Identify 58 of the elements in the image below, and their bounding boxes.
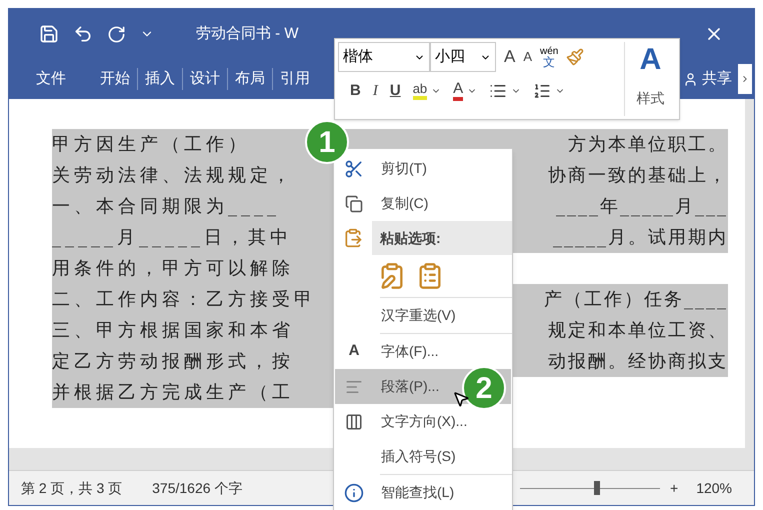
font-dropdown[interactable]: 楷体: [338, 42, 430, 72]
styles-button[interactable]: A 样式: [624, 42, 676, 116]
document-text: _____月_____日，其中: [52, 222, 334, 253]
highlight-button[interactable]: ab: [412, 82, 428, 100]
word-count: 375/1626 个字: [152, 478, 242, 498]
zoom-in-button[interactable]: +: [670, 478, 678, 498]
copy-icon: [345, 194, 363, 212]
document-text: 并根据乙方完成生产（工: [52, 377, 334, 408]
ribbon-tab[interactable]: 设计: [182, 68, 227, 90]
clipboard-icon: [343, 228, 363, 248]
shrink-font-button[interactable]: A: [523, 47, 532, 67]
ribbon-tab[interactable]: 布局: [227, 68, 272, 90]
underline-button[interactable]: U: [390, 80, 401, 102]
document-text: 动报酬。经协商拟支: [548, 350, 728, 374]
undo-icon[interactable]: [73, 24, 93, 44]
numbering-icon[interactable]: [533, 82, 552, 100]
document-text: 产（工作）任务____: [544, 288, 728, 312]
menu-item[interactable]: A 字体(F)...: [335, 334, 511, 369]
mouse-cursor-icon: [452, 390, 470, 408]
document-text: 用条件的，甲方可以解除: [52, 253, 334, 284]
font-icon: A: [348, 340, 360, 363]
phonetic-guide-button[interactable]: wén 文: [540, 46, 558, 68]
document-text: 协商一致的基础上，: [548, 164, 728, 188]
document-text: 定乙方劳动报酬形式，按: [52, 346, 334, 377]
menu-item[interactable]: 插入符号(S): [335, 439, 511, 474]
menu-header: 粘贴选项:: [372, 221, 512, 255]
document-text: ____年_____月___: [556, 195, 728, 219]
document-text: _____月。试用期内: [553, 226, 728, 250]
font-size-dropdown[interactable]: 小四: [430, 42, 496, 72]
grow-font-button[interactable]: A: [504, 44, 516, 70]
paintbrush-icon[interactable]: [566, 48, 584, 66]
document-text: 二、工作内容：乙方接受甲: [52, 284, 334, 315]
zoom-level: 120%: [696, 478, 732, 498]
document-text: 一、本合同期限为____: [52, 191, 334, 222]
menu-item[interactable]: 智能查找(L): [335, 475, 511, 510]
search-info-icon: [344, 482, 364, 502]
document-text: 关劳动法律、法规规定，: [52, 160, 334, 191]
menu-item[interactable]: 复制(C): [335, 186, 511, 221]
menu-item[interactable]: 汉字重选(V): [335, 298, 511, 333]
zoom-slider[interactable]: [520, 481, 660, 495]
ribbon-tab[interactable]: 文件: [29, 68, 73, 90]
redo-icon[interactable]: [107, 24, 126, 44]
scissors-icon: [344, 158, 364, 178]
text-direction-icon: [345, 412, 363, 430]
person-icon: [683, 72, 698, 86]
ribbon-tab[interactable]: 开始: [93, 68, 137, 90]
font-color-button[interactable]: A: [453, 81, 464, 102]
document-text: 方为本单位职工。: [568, 133, 728, 157]
italic-button[interactable]: I: [372, 80, 378, 102]
document-text: 三、甲方根据国家和本省: [52, 315, 334, 346]
bold-button[interactable]: B: [350, 80, 361, 102]
ribbon-tab[interactable]: 插入: [137, 68, 182, 90]
document-text: 规定和本单位工资、: [548, 319, 728, 343]
window-title: 劳动合同书 - W: [196, 24, 298, 44]
save-icon[interactable]: [39, 24, 59, 44]
page-count: 第 2 页，共 3 页: [21, 478, 122, 498]
share-button[interactable]: 共享: [683, 68, 732, 90]
ribbon-tab[interactable]: 引用: [272, 68, 317, 90]
